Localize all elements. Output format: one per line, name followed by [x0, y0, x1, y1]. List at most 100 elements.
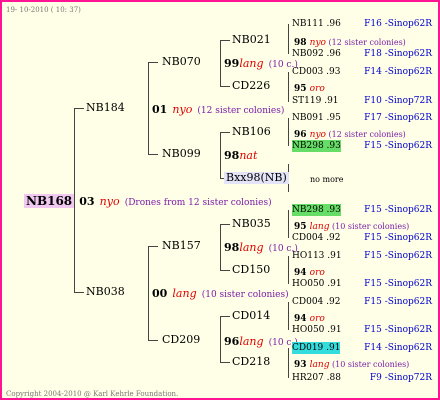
- g3c-mark: lang: [239, 241, 264, 254]
- ancestor-name[interactable]: HO113 .91: [292, 250, 342, 262]
- ancestor-name[interactable]: NB111 .96: [292, 18, 341, 30]
- connector: [220, 40, 230, 41]
- g3b-num: 98: [224, 149, 240, 162]
- g2a-num: 01: [152, 103, 168, 116]
- info-num: 94: [294, 314, 310, 324]
- connector: [220, 316, 230, 317]
- info-num: 96: [294, 130, 310, 140]
- ancestor-info: 94 oro: [294, 264, 325, 279]
- node-cd014[interactable]: CD014: [232, 310, 270, 322]
- node-nb070[interactable]: NB070: [162, 56, 201, 68]
- connector: [220, 132, 230, 133]
- ancestor-origin: F14 -Sinop62R: [364, 67, 432, 77]
- g3a-num: 99: [224, 57, 240, 70]
- connector: [148, 340, 158, 341]
- ancestor-name[interactable]: NB092 .96: [292, 48, 341, 60]
- g3c-num: 98: [224, 241, 240, 254]
- ancestor-origin: F10 -Sinop72R: [364, 96, 432, 106]
- node-nb099[interactable]: NB099: [162, 148, 201, 160]
- ancestor-name[interactable]: NB298 .93: [292, 204, 341, 216]
- no-more-label: no more: [310, 175, 344, 184]
- ancestor-origin: F15 -Sinop62R: [364, 233, 432, 243]
- node-cd218[interactable]: CD218: [232, 356, 270, 368]
- info-note: (12 sister colonies): [325, 38, 406, 47]
- ancestor-name[interactable]: NB298 .93: [292, 140, 341, 152]
- ancestor-origin: F17 -Sinop62R: [364, 113, 432, 123]
- ancestor-origin: F9 -Sinop72R: [369, 373, 432, 383]
- info-note: (12 sister colonies): [325, 130, 406, 139]
- ancestor-name[interactable]: HO050 .91: [292, 324, 342, 336]
- header-date: 19- 10-2010 ( 10: 37): [6, 6, 81, 14]
- connector: [288, 118, 289, 146]
- ancestor-name[interactable]: CD004 .92: [292, 232, 340, 244]
- g3-info-b: 98nat: [224, 148, 257, 162]
- info-mark: nyo: [309, 38, 326, 48]
- info-num: 93: [294, 360, 310, 370]
- sire-node[interactable]: NB184: [86, 102, 125, 114]
- connector: [288, 72, 289, 102]
- ancestor-origin: F16 -Sinop62R: [364, 19, 432, 29]
- ancestor-name[interactable]: CD003 .93: [292, 66, 340, 78]
- connector: [288, 256, 289, 284]
- node-cd150[interactable]: CD150: [232, 264, 270, 276]
- g2b-num: 00: [152, 287, 168, 300]
- ancestor-name[interactable]: NB091 .95: [292, 112, 341, 124]
- g3a-mark: lang: [239, 57, 264, 70]
- connector: [148, 246, 158, 247]
- g3-info-d: 96lang (10 c.): [224, 334, 298, 349]
- g3-info-a: 99lang (10 c.): [224, 56, 298, 71]
- g2a-note: (12 sister colonies): [197, 106, 285, 116]
- pedigree-frame: 19- 10-2010 ( 10: 37) Copyright 2004-201…: [0, 0, 440, 400]
- root-note: (Drones from 12 sister colonies): [124, 198, 272, 208]
- node-nb035[interactable]: NB035: [232, 218, 271, 230]
- connector: [288, 348, 289, 378]
- sire-info: 01 nyo (12 sister colonies): [152, 102, 284, 117]
- node-nb021[interactable]: NB021: [232, 34, 271, 46]
- g2b-mark: lang: [172, 287, 197, 300]
- connector: [74, 292, 84, 293]
- ancestor-info: 94 oro: [294, 310, 325, 325]
- ancestor-origin: F15 -Sinop62R: [364, 251, 432, 261]
- g3d-mark: lang: [239, 335, 264, 348]
- ancestor-name[interactable]: CD004 .92: [292, 296, 340, 308]
- node-nb157[interactable]: NB157: [162, 240, 201, 252]
- info-note: (10 sister colonies): [329, 360, 410, 369]
- g3-info-c: 98lang (10 c.): [224, 240, 298, 255]
- ancestor-origin: F15 -Sinop62R: [364, 279, 432, 289]
- ancestor-info: 96 nyo (12 sister colonies): [294, 126, 406, 141]
- ancestor-origin: F14 -Sinop62R: [364, 343, 432, 353]
- node-cd226[interactable]: CD226: [232, 80, 270, 92]
- ancestor-name[interactable]: CD019 .91: [292, 342, 341, 354]
- ancestor-info: 98 nyo (12 sister colonies): [294, 34, 406, 49]
- g3b-mark: nat: [239, 149, 258, 162]
- connector: [148, 62, 158, 63]
- connector: [220, 40, 221, 86]
- node-bxx98[interactable]: Bxx98(NB): [224, 172, 289, 184]
- ancestor-name[interactable]: HO050 .91: [292, 278, 342, 290]
- info-num: 95: [294, 222, 310, 232]
- info-mark: oro: [309, 314, 325, 324]
- ancestor-info: 95 lang (10 sister colonies): [294, 218, 409, 233]
- root-mark: nyo: [99, 195, 120, 208]
- connector: [220, 86, 230, 87]
- node-cd209[interactable]: CD209: [162, 334, 200, 346]
- connector: [148, 62, 149, 154]
- g3d-num: 96: [224, 335, 240, 348]
- ancestor-name[interactable]: HR207 .88: [292, 372, 341, 384]
- info-mark: oro: [309, 84, 325, 94]
- footer-copyright: Copyright 2004-2010 @ Karl Kehrle Founda…: [6, 390, 179, 398]
- g2b-note: (10 sister colonies): [201, 290, 289, 300]
- ancestor-info: 95 oro: [294, 80, 325, 95]
- connector: [220, 316, 221, 362]
- connector: [288, 24, 289, 54]
- connector: [74, 108, 84, 109]
- ancestor-name[interactable]: ST119 .91: [292, 95, 339, 107]
- node-nb106[interactable]: NB106: [232, 126, 271, 138]
- dam-node[interactable]: NB038: [86, 286, 125, 298]
- connector: [220, 270, 230, 271]
- root-gen: 03: [79, 195, 95, 208]
- connector: [220, 224, 230, 225]
- root-node[interactable]: NB168 03 nyo (Drones from 12 sister colo…: [24, 194, 272, 209]
- connector: [148, 246, 149, 340]
- ancestor-origin: F15 -Sinop62R: [364, 141, 432, 151]
